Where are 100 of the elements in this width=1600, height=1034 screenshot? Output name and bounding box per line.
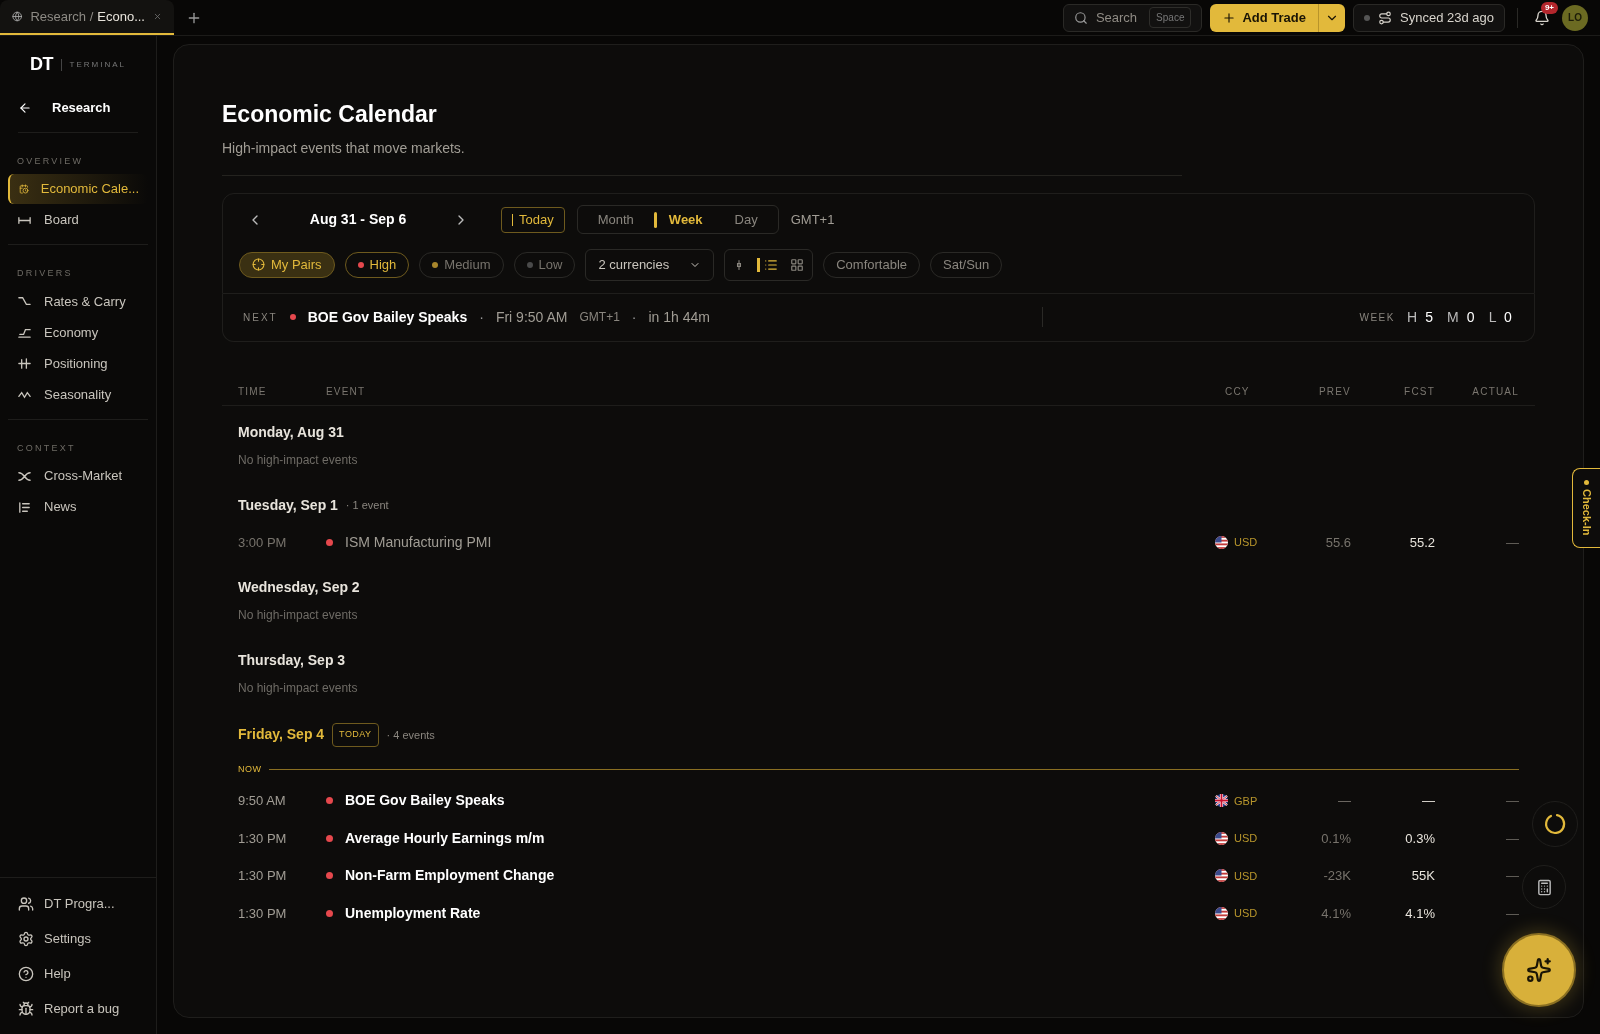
event-name[interactable]: Average Hourly Earnings m/m (345, 827, 545, 849)
layout-toggle[interactable] (790, 257, 805, 272)
day-heading: Monday, Aug 31 (238, 422, 344, 442)
list-icon (764, 257, 779, 272)
check-in-tab[interactable]: Check-In (1572, 468, 1600, 548)
back-link[interactable]: Research (18, 98, 138, 133)
nav-item[interactable]: Cross-Market (8, 461, 148, 491)
forecast-value: — (1421, 792, 1435, 810)
next-label: NEXT (243, 310, 278, 325)
actual-value: — (1505, 904, 1519, 923)
empty-message: No high-impact events (238, 607, 359, 624)
settings-icon (18, 930, 34, 947)
previous-value: 55.6 (1324, 533, 1351, 552)
flag-icon (1215, 794, 1228, 808)
impact-count: M 0 (1447, 307, 1477, 327)
globe-icon (12, 9, 23, 24)
nav-item[interactable]: Economy (8, 317, 148, 348)
event-count: · 1 event (345, 497, 389, 513)
day-heading: Tuesday, Sep 1 (238, 495, 338, 515)
tick-cross-icon (17, 356, 32, 371)
nav-item[interactable]: News (8, 492, 148, 522)
logo: DT (30, 53, 54, 76)
sync-label: Synced 23d ago (1400, 8, 1494, 27)
previous-value: 0.1% (1320, 829, 1351, 848)
column-header: CCY (1224, 384, 1251, 399)
previous-value: — (1337, 792, 1351, 810)
now-label: NOW (238, 762, 262, 776)
view-tab[interactable]: Week (649, 206, 719, 233)
footer-link[interactable]: Help (0, 956, 156, 991)
grid-icon (790, 257, 805, 272)
event-time: 1:30 PM (238, 904, 288, 923)
event-name[interactable]: BOE Gov Bailey Speaks (345, 790, 505, 812)
add-trade-button[interactable]: Add Trade (1210, 3, 1319, 32)
day-heading: Thursday, Sep 3 (238, 651, 346, 670)
column-header: PREV (1317, 384, 1351, 399)
layout-toggle[interactable] (757, 257, 779, 272)
search-field[interactable]: Search Space (1062, 3, 1203, 32)
help-icon (18, 965, 34, 982)
dropdown-button[interactable] (1318, 3, 1346, 32)
separator-dot: · (631, 307, 637, 327)
tab-path: Research / (30, 7, 94, 26)
impact-count: H 5 (1406, 307, 1436, 327)
currency-dropdown[interactable]: 2 currencies (585, 248, 715, 281)
event-name[interactable]: Non-Farm Employment Change (345, 865, 555, 887)
plus-icon (1222, 10, 1237, 25)
text-lines-icon (17, 499, 32, 515)
flag-icon (1215, 906, 1228, 920)
users-icon (18, 895, 34, 912)
target-icon (252, 258, 265, 271)
event-time: 1:30 PM (238, 867, 288, 885)
flag-icon (1215, 831, 1228, 845)
sparkles-icon (1526, 957, 1552, 983)
footer-link[interactable]: Report a bug (0, 991, 156, 1026)
actual-value: — (1505, 829, 1519, 848)
nav-item[interactable]: Positioning (8, 348, 148, 379)
section-heading: CONTEXT (16, 441, 77, 455)
actual-value: — (1505, 792, 1519, 810)
sync-status[interactable]: Synced 23d ago (1353, 3, 1505, 32)
check-in-label: Check-In (1579, 489, 1594, 536)
previous-value: -23K (1322, 867, 1351, 885)
spinner-icon (1543, 812, 1567, 836)
next-event-time: Fri 9:50 AM (495, 307, 568, 327)
today-button[interactable]: Today (501, 206, 565, 233)
logo-subtitle: TERMINAL (69, 58, 126, 71)
view-tab[interactable]: Day (718, 206, 774, 233)
empty-message: No high-impact events (238, 451, 359, 469)
timezone-label: GMT+1 (790, 210, 835, 229)
column-header: ACTUAL (1471, 384, 1519, 399)
forecast-value: 4.1% (1404, 904, 1435, 923)
day-heading: Friday, Sep 4 (238, 725, 325, 745)
column-header: FCST (1403, 384, 1435, 399)
calculator-icon (1535, 878, 1553, 896)
next-event-name: BOE Gov Bailey Speaks (307, 307, 468, 327)
actual-value: — (1505, 533, 1519, 552)
previous-value: 4.1% (1320, 904, 1351, 923)
event-count: · 4 events (386, 727, 435, 743)
nav-item[interactable]: Rates & Carry (8, 286, 148, 317)
nav-item[interactable]: Seasonality (8, 379, 148, 410)
route-icon (1378, 10, 1393, 25)
event-name[interactable]: Unemployment Rate (345, 902, 481, 924)
filter-chip[interactable]: My Pairs (239, 251, 335, 278)
flag-icon (1215, 535, 1228, 549)
shortcut-key: Space (1149, 7, 1192, 28)
actual-value: — (1505, 867, 1519, 885)
event-name[interactable]: ISM Manufacturing PMI (345, 531, 492, 553)
footer-link[interactable]: Settings (0, 921, 156, 956)
page-subtitle: High-impact events that move markets. (222, 137, 1182, 176)
browser-tab[interactable]: Research / Econo... (0, 0, 174, 35)
week-label: WEEK (1359, 310, 1395, 325)
nav-item[interactable]: Board (8, 205, 148, 235)
bell-icon (1534, 9, 1550, 26)
footer-link[interactable]: DT Progra... (0, 886, 156, 921)
flag-icon (1215, 869, 1228, 883)
currency-code: GBP (1234, 793, 1258, 809)
search-icon (1073, 10, 1088, 25)
forecast-value: 55.2 (1408, 533, 1435, 552)
currency-code: USD (1234, 535, 1258, 550)
impact-count: L 0 (1488, 307, 1514, 327)
view-tab[interactable]: Month (581, 206, 650, 233)
separator-dot: · (479, 307, 484, 327)
